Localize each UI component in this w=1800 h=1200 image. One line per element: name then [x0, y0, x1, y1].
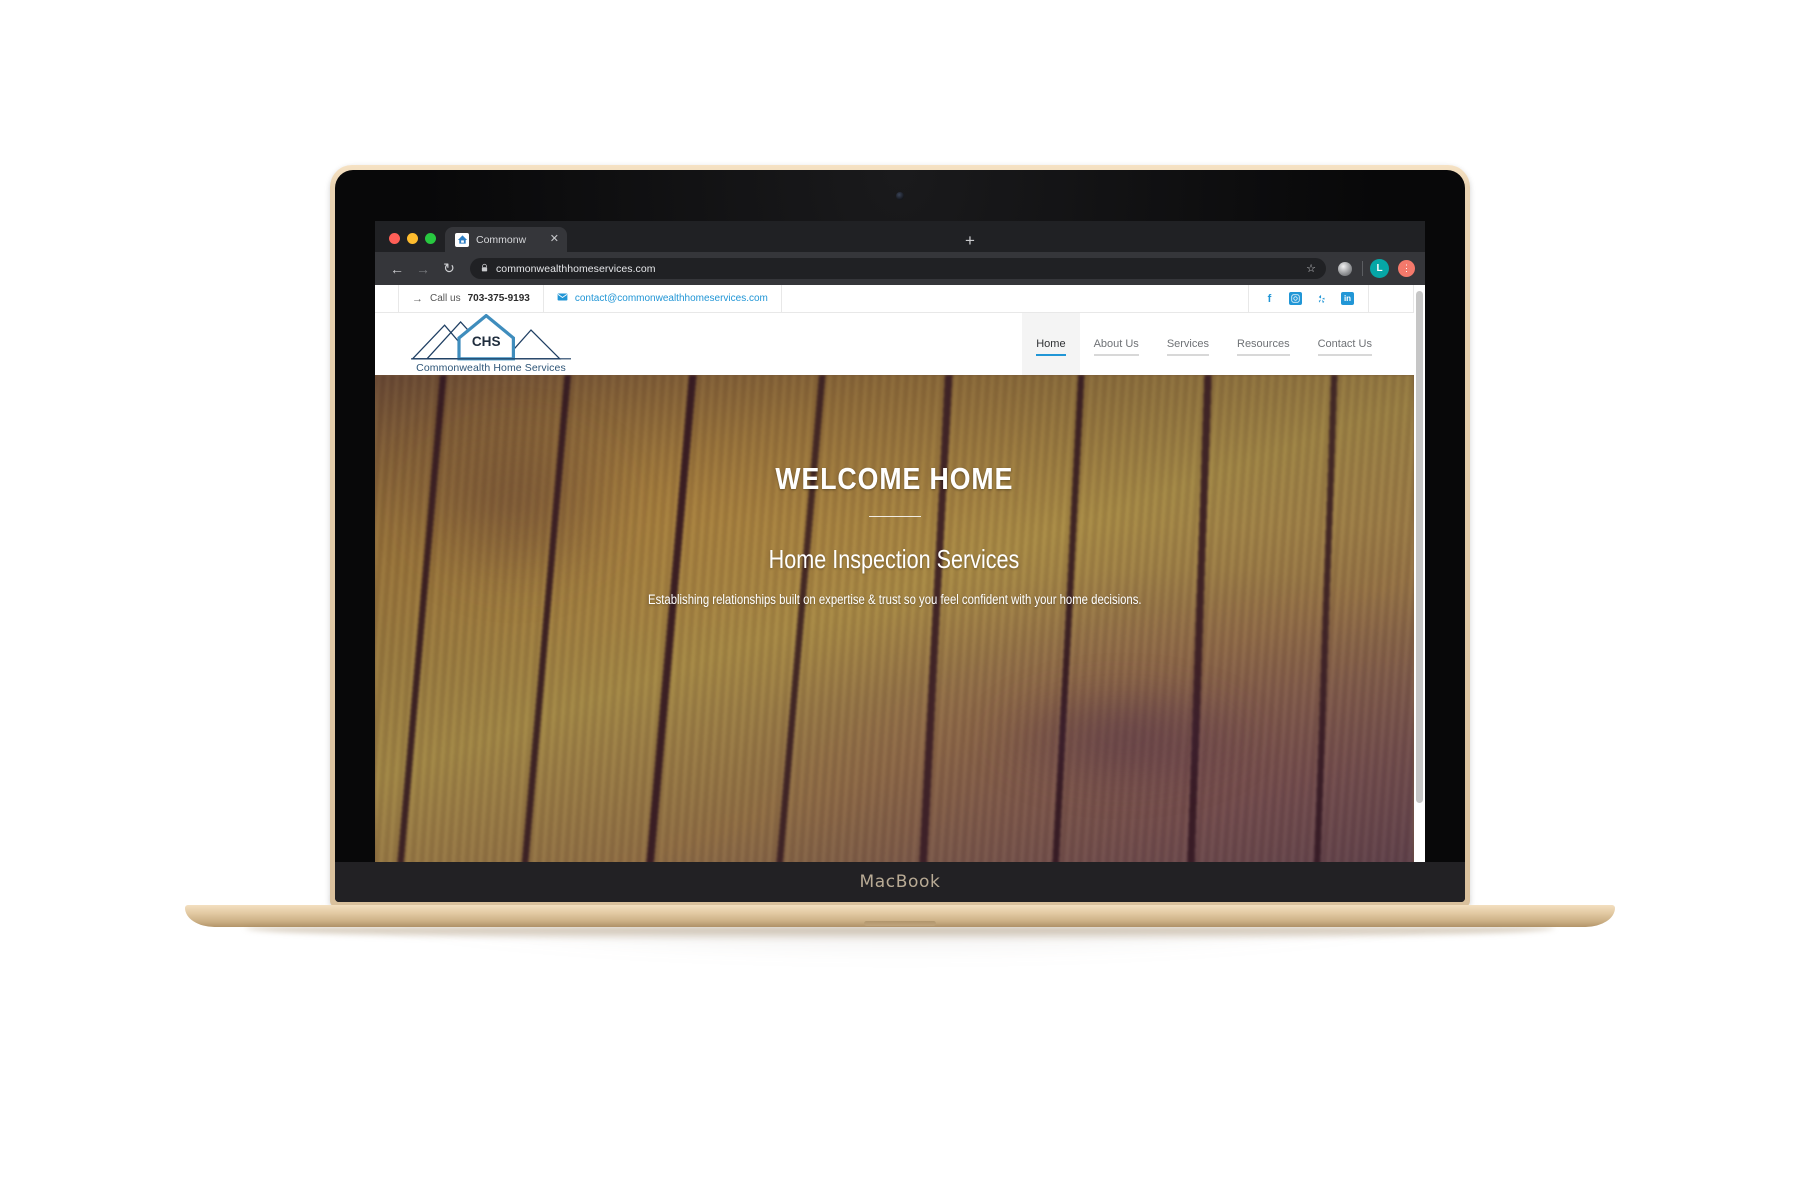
page-scrollbar-thumb[interactable] — [1416, 291, 1423, 803]
profile-avatar[interactable]: L — [1370, 259, 1389, 278]
email-address: contact@commonwealthhomeservices.com — [574, 293, 768, 304]
site-logo[interactable]: CHS Commonwealth Home Services — [375, 313, 572, 375]
arrow-right-icon: → — [412, 292, 423, 305]
laptop-base — [185, 905, 1615, 941]
nav-item-resources[interactable]: Resources — [1223, 313, 1304, 375]
svg-text:CHS: CHS — [472, 334, 501, 349]
site-topbar: → Call us 703-375-9193 contact@commonwea… — [375, 285, 1414, 313]
browser-tabstrip: Commonw ✕ + — [375, 221, 1425, 252]
linkedin-icon[interactable]: in — [1341, 292, 1354, 305]
web-page: → Call us 703-375-9193 contact@commonwea… — [375, 285, 1425, 876]
nav-item-about-us[interactable]: About Us — [1080, 313, 1153, 375]
toolbar-divider — [1362, 261, 1363, 276]
address-bar[interactable]: commonwealthhomeservices.com ☆ — [470, 258, 1326, 279]
phone-cell[interactable]: → Call us 703-375-9193 — [398, 285, 544, 312]
nav-padding — [1386, 313, 1414, 375]
macbook-wordmark: MacBook — [859, 872, 941, 892]
nav-underline — [1036, 353, 1066, 356]
lock-icon — [480, 263, 489, 275]
bookmark-star-icon[interactable]: ☆ — [1306, 262, 1316, 275]
hero-content: WELCOME HOME Home Inspection Services Es… — [375, 375, 1414, 876]
address-bar-url: commonwealthhomeservices.com — [496, 262, 656, 275]
maximize-window-button[interactable] — [425, 233, 436, 244]
social-links: f in — [1249, 285, 1369, 312]
nav-underline — [1317, 354, 1372, 356]
envelope-icon — [557, 293, 568, 304]
house-icon — [455, 232, 469, 247]
browser-tab[interactable]: Commonw ✕ — [445, 227, 567, 252]
hero-divider — [868, 516, 921, 517]
topbar-end-cell — [1369, 285, 1414, 312]
minimize-window-button[interactable] — [407, 233, 418, 244]
email-cell[interactable]: contact@commonwealthhomeservices.com — [544, 285, 782, 312]
browser-toolbar: ← → ↻ commonwealthhomeservices.com ☆ L ⋮ — [375, 252, 1425, 285]
forward-icon[interactable]: → — [411, 257, 435, 281]
phone-prefix-label: Call us — [430, 293, 461, 304]
nav-item-contact-us[interactable]: Contact Us — [1304, 313, 1386, 375]
page-scrollbar-track[interactable] — [1414, 285, 1425, 876]
nav-item-services[interactable]: Services — [1153, 313, 1223, 375]
window-traffic-lights[interactable] — [385, 233, 445, 252]
nav-underline — [1093, 354, 1139, 356]
laptop-chin: MacBook — [335, 862, 1465, 902]
hero-tagline: Establishing relationships built on expe… — [647, 592, 1142, 607]
menu-icon[interactable]: ⋮ — [1398, 260, 1415, 277]
hero-title: WELCOME HOME — [775, 461, 1014, 496]
puzzle-icon[interactable] — [1335, 259, 1355, 279]
browser-window: Commonw ✕ + ← → ↻ commonwealthhomeservic… — [375, 221, 1425, 876]
topbar-spacer — [782, 285, 1249, 312]
site-header: CHS Commonwealth Home Services Home Abou… — [375, 313, 1414, 375]
facebook-icon[interactable]: f — [1263, 292, 1276, 305]
instagram-icon[interactable] — [1289, 292, 1302, 305]
screenshot-stage: Commonw ✕ + ← → ↻ commonwealthhomeservic… — [0, 0, 1800, 1200]
logo-caption: Commonwealth Home Services — [416, 362, 566, 374]
close-icon[interactable]: ✕ — [550, 234, 559, 245]
hero-subtitle: Home Inspection Services — [769, 544, 1020, 574]
laptop-base-shadow — [245, 927, 1555, 941]
nav-label: Home — [1036, 338, 1066, 350]
macbook-laptop: Commonw ✕ + ← → ↻ commonwealthhomeservic… — [185, 165, 1615, 941]
nav-label: Contact Us — [1317, 338, 1372, 350]
nav-item-home[interactable]: Home — [1022, 313, 1080, 375]
reload-icon[interactable]: ↻ — [437, 257, 461, 281]
nav-label: Resources — [1237, 338, 1290, 350]
hero-section: WELCOME HOME Home Inspection Services Es… — [375, 375, 1414, 876]
laptop-base-notch — [864, 921, 936, 926]
phone-number: 703-375-9193 — [467, 293, 530, 304]
close-window-button[interactable] — [389, 233, 400, 244]
main-navigation: Home About Us Services Resources Contact… — [1022, 313, 1414, 375]
yelp-icon[interactable] — [1315, 292, 1328, 305]
new-tab-button[interactable]: + — [965, 232, 975, 249]
nav-label: Services — [1166, 338, 1209, 350]
logo-mark: CHS Commonwealth Home Services — [410, 313, 572, 374]
nav-underline — [1237, 354, 1290, 356]
laptop-screen: Commonw ✕ + ← → ↻ commonwealthhomeservic… — [375, 221, 1425, 876]
nav-label: About Us — [1093, 338, 1139, 350]
browser-tab-title: Commonw — [476, 233, 527, 246]
webcam-icon — [896, 192, 904, 200]
back-icon[interactable]: ← — [385, 257, 409, 281]
nav-underline — [1166, 354, 1209, 356]
laptop-lid: Commonw ✕ + ← → ↻ commonwealthhomeservic… — [330, 165, 1470, 907]
